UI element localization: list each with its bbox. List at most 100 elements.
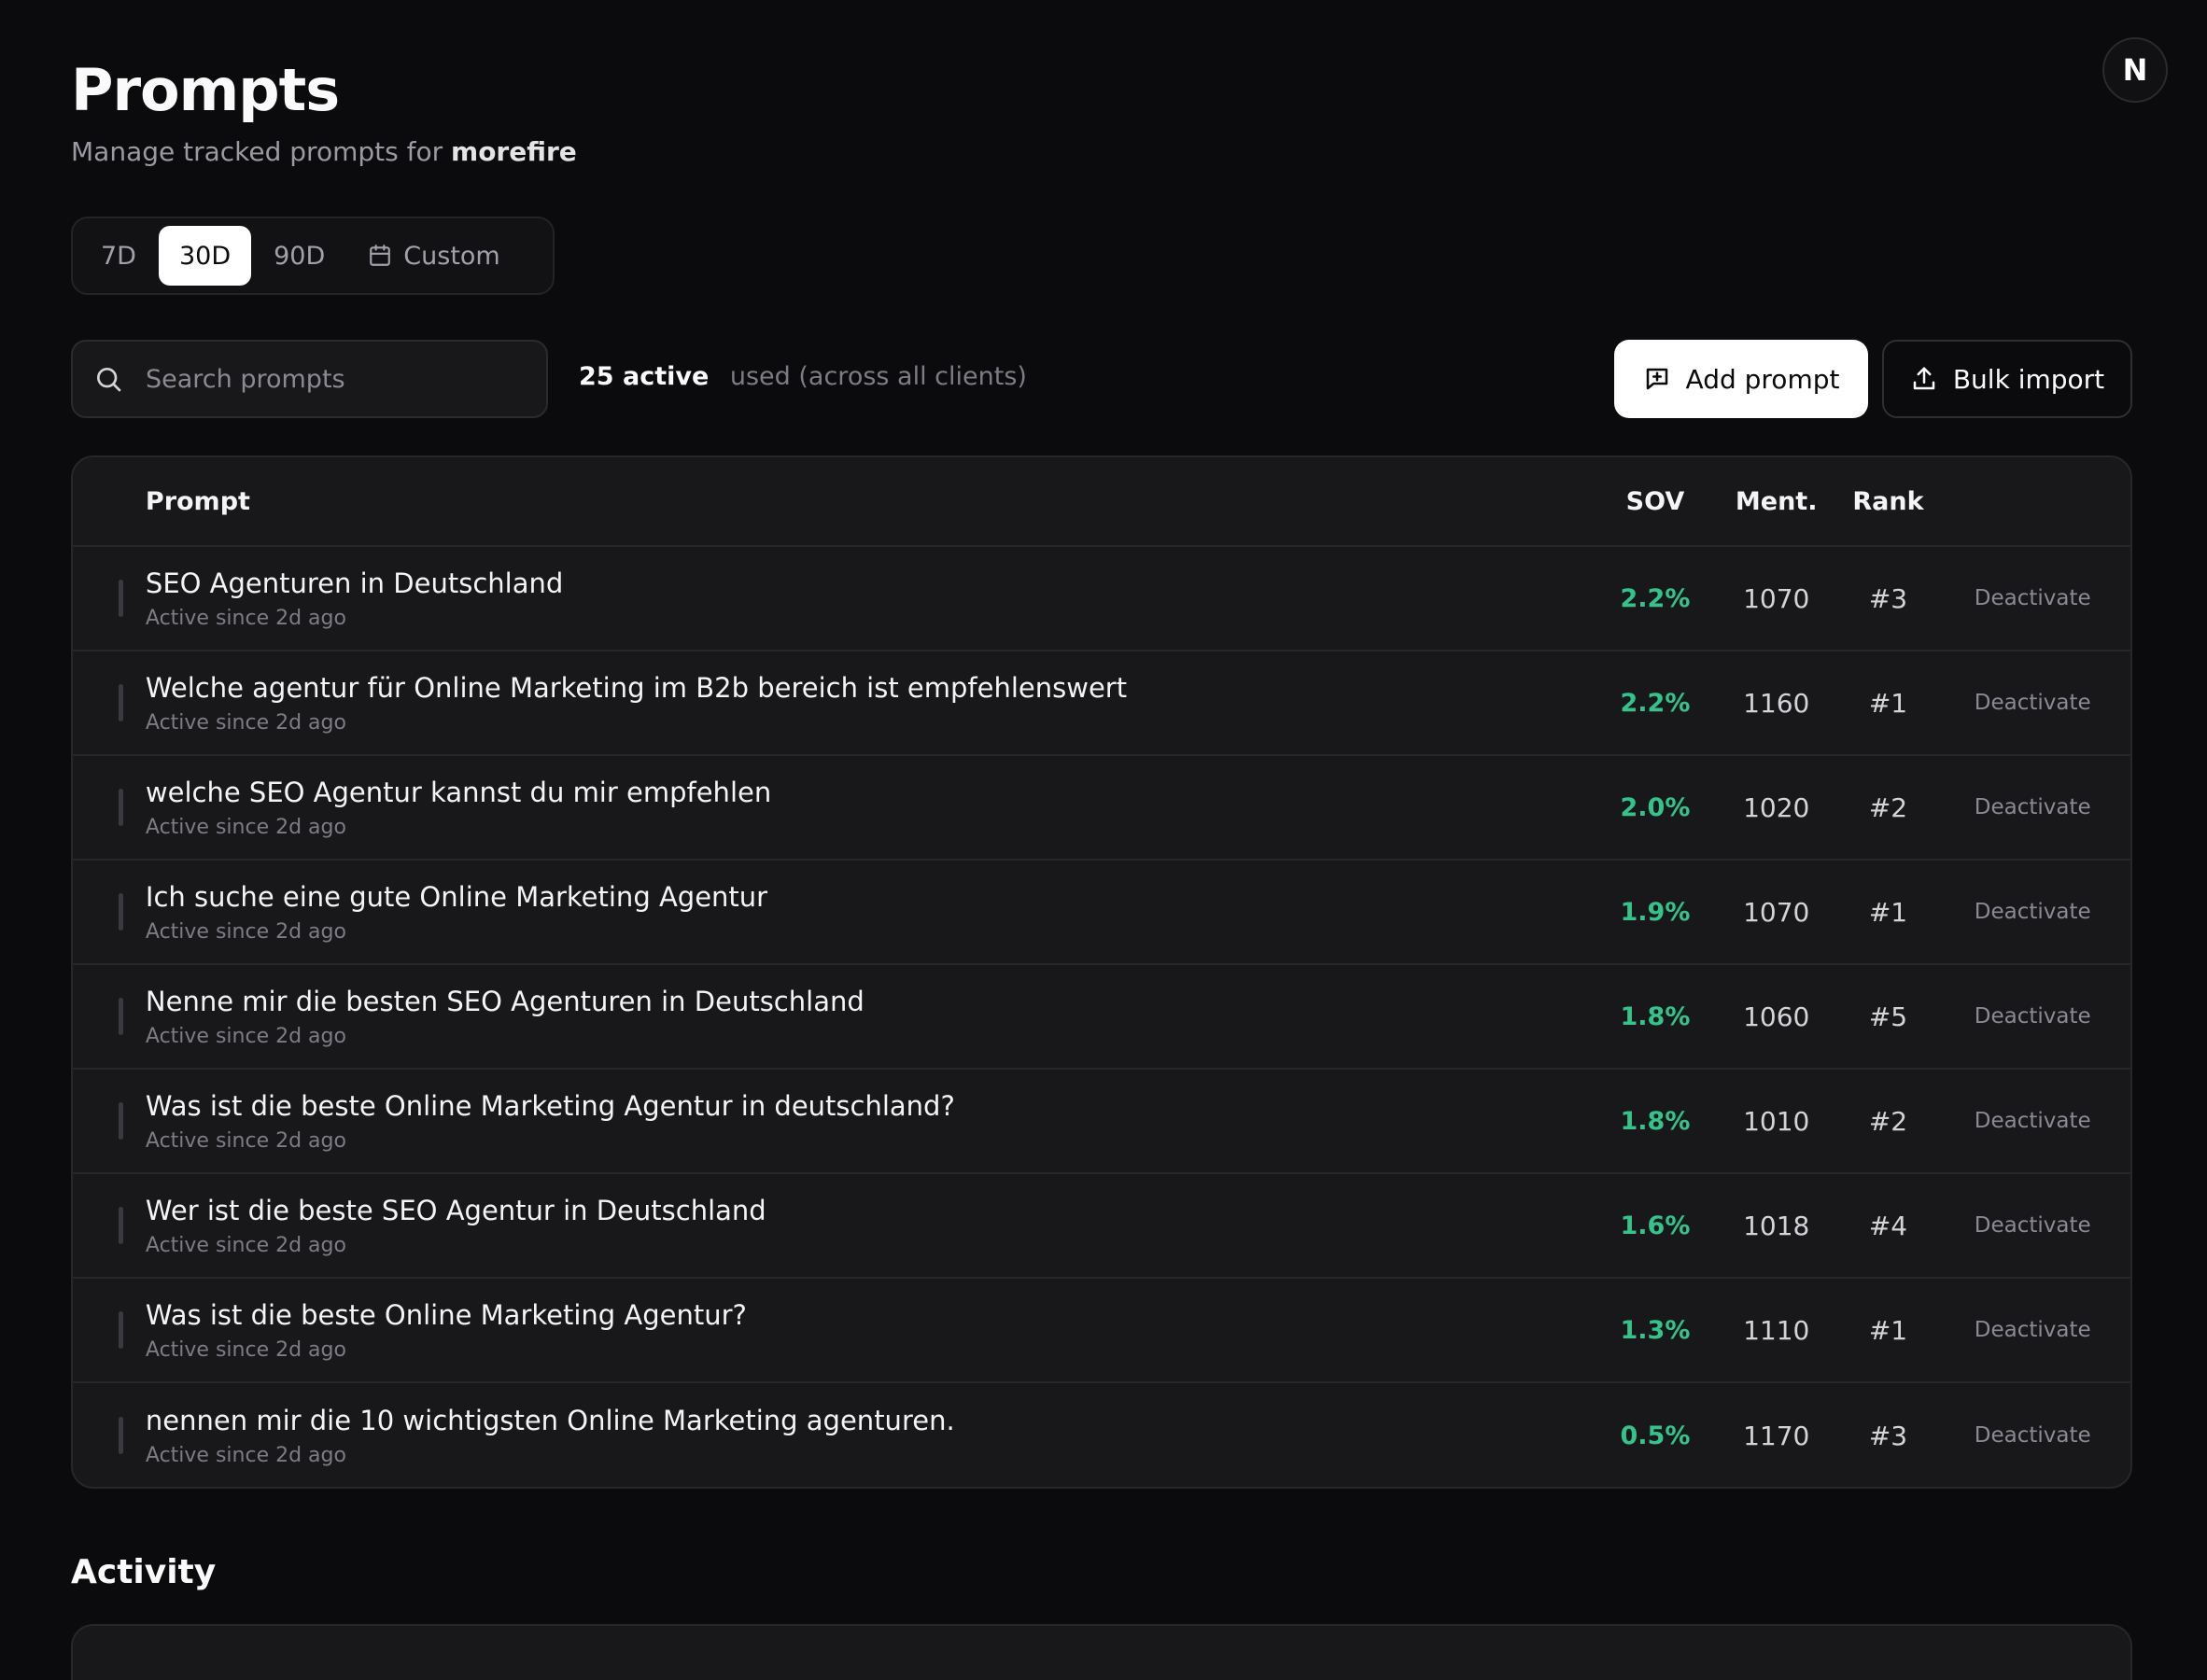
sov-value: 0.5% xyxy=(1620,1421,1691,1450)
rank-value: #1 xyxy=(1868,896,1908,928)
search-box xyxy=(71,340,548,418)
deactivate-button[interactable]: Deactivate xyxy=(1934,1004,2130,1029)
prompt-since: Active since 2d ago xyxy=(145,1024,346,1048)
table-row[interactable]: Nenne mir die besten SEO Agenturen in De… xyxy=(73,965,2130,1070)
table-row[interactable]: welche SEO Agentur kannst du mir empfehl… xyxy=(73,756,2130,861)
mentions-value: 1070 xyxy=(1743,896,1810,928)
prompt-text: nennen mir die 10 wichtigsten Online Mar… xyxy=(145,1404,955,1436)
drag-handle[interactable] xyxy=(73,1311,146,1349)
prompt-cell: welche SEO Agentur kannst du mir empfehl… xyxy=(146,777,1599,839)
sov-value: 1.9% xyxy=(1620,897,1691,927)
col-ment[interactable]: Ment. xyxy=(1711,487,1842,516)
prompt-since: Active since 2d ago xyxy=(145,1233,346,1257)
deactivate-button[interactable]: Deactivate xyxy=(1934,1109,2130,1133)
mentions-value: 1018 xyxy=(1743,1210,1810,1241)
prompt-cell: nennen mir die 10 wichtigsten Online Mar… xyxy=(146,1405,1599,1467)
usage-suffix: used (across all clients) xyxy=(729,362,1027,391)
table-row[interactable]: Welche agentur für Online Marketing im B… xyxy=(73,651,2130,756)
prompt-since: Active since 2d ago xyxy=(145,919,346,944)
upload-icon xyxy=(1913,367,1935,390)
usage-summary: 25 active used (across all clients) xyxy=(579,362,1027,391)
prompt-cell: Ich suche eine gute Online Marketing Age… xyxy=(146,881,1599,944)
sov-value: 2.2% xyxy=(1620,688,1691,718)
sov-value: 1.6% xyxy=(1620,1211,1691,1240)
mentions-value: 1060 xyxy=(1743,1001,1810,1032)
rank-value: #5 xyxy=(1868,1001,1908,1032)
table-row[interactable]: SEO Agenturen in Deutschland Active since… xyxy=(73,547,2130,651)
table-row[interactable]: Ich suche eine gute Online Marketing Age… xyxy=(73,861,2130,965)
mentions-value: 1010 xyxy=(1743,1105,1810,1137)
activity-title: Activity xyxy=(71,1553,217,1591)
prompt-cell: Nenne mir die besten SEO Agenturen in De… xyxy=(146,986,1599,1048)
prompts-table: Prompt SOV Ment. Rank SEO Agenturen in D… xyxy=(71,455,2132,1489)
range-custom-label: Custom xyxy=(403,241,500,271)
rank-value: #4 xyxy=(1868,1210,1908,1241)
page-subtitle: Manage tracked prompts for morefire xyxy=(71,136,577,167)
col-prompt[interactable]: Prompt xyxy=(146,487,1599,516)
prompt-since: Active since 2d ago xyxy=(145,1337,346,1362)
drag-handle[interactable] xyxy=(73,1417,146,1454)
date-range-selector: 7D 30D 90D Custom xyxy=(71,217,555,295)
rank-value: #2 xyxy=(1868,1105,1908,1137)
range-custom[interactable]: Custom xyxy=(347,226,520,286)
user-avatar[interactable]: N xyxy=(2102,37,2168,103)
prompt-since: Active since 2d ago xyxy=(145,710,346,735)
drag-handle[interactable] xyxy=(73,580,146,617)
rank-value: #1 xyxy=(1868,687,1908,719)
prompt-text: Ich suche eine gute Online Marketing Age… xyxy=(145,880,768,913)
prompt-since: Active since 2d ago xyxy=(145,815,346,839)
deactivate-button[interactable]: Deactivate xyxy=(1934,1423,2130,1448)
sov-value: 1.8% xyxy=(1620,1001,1691,1031)
add-prompt-button[interactable]: Add prompt xyxy=(1614,340,1868,418)
drag-handle[interactable] xyxy=(73,1207,146,1244)
drag-handle[interactable] xyxy=(73,684,146,721)
prompt-text: welche SEO Agentur kannst du mir empfehl… xyxy=(145,776,772,808)
rank-value: #2 xyxy=(1868,791,1908,823)
activity-card xyxy=(71,1624,2132,1680)
table-row[interactable]: Was ist die beste Online Marketing Agent… xyxy=(73,1279,2130,1383)
deactivate-button[interactable]: Deactivate xyxy=(1934,1213,2130,1238)
deactivate-button[interactable]: Deactivate xyxy=(1934,900,2130,924)
prompt-text: Welche agentur für Online Marketing im B… xyxy=(145,671,1128,704)
message-plus-icon xyxy=(1646,368,1667,390)
prompt-text: Nenne mir die besten SEO Agenturen in De… xyxy=(145,985,865,1017)
mentions-value: 1020 xyxy=(1743,791,1810,823)
deactivate-button[interactable]: Deactivate xyxy=(1934,1318,2130,1342)
sov-value: 2.0% xyxy=(1620,792,1691,822)
prompt-text: SEO Agenturen in Deutschland xyxy=(145,567,564,599)
mentions-value: 1070 xyxy=(1743,582,1810,614)
rank-value: #3 xyxy=(1868,582,1908,614)
avatar-letter: N xyxy=(2122,52,2148,88)
range-90d[interactable]: 90D xyxy=(253,226,345,286)
deactivate-button[interactable]: Deactivate xyxy=(1934,691,2130,715)
col-sov[interactable]: SOV xyxy=(1599,487,1711,516)
table-row[interactable]: Wer ist die beste SEO Agentur in Deutsch… xyxy=(73,1174,2130,1279)
bulk-import-button[interactable]: Bulk import xyxy=(1882,340,2132,418)
drag-handle[interactable] xyxy=(73,998,146,1035)
table-row[interactable]: nennen mir die 10 wichtigsten Online Mar… xyxy=(73,1383,2130,1487)
sov-value: 1.8% xyxy=(1620,1106,1691,1136)
active-count: 25 active xyxy=(579,362,710,391)
mentions-value: 1160 xyxy=(1743,687,1810,719)
table-row[interactable]: Was ist die beste Online Marketing Agent… xyxy=(73,1070,2130,1174)
calendar-icon xyxy=(370,245,391,266)
table-header: Prompt SOV Ment. Rank xyxy=(73,457,2130,547)
search-input[interactable] xyxy=(146,364,500,394)
prompt-cell: Was ist die beste Online Marketing Agent… xyxy=(146,1090,1599,1153)
drag-handle[interactable] xyxy=(73,789,146,826)
col-rank[interactable]: Rank xyxy=(1842,487,1935,516)
drag-handle[interactable] xyxy=(73,1102,146,1140)
bulk-import-label: Bulk import xyxy=(1952,363,2105,395)
deactivate-button[interactable]: Deactivate xyxy=(1934,795,2130,819)
prompt-cell: Wer ist die beste SEO Agentur in Deutsch… xyxy=(146,1195,1599,1257)
rank-value: #1 xyxy=(1868,1314,1908,1346)
prompt-since: Active since 2d ago xyxy=(145,1128,346,1153)
prompt-text: Was ist die beste Online Marketing Agent… xyxy=(145,1298,747,1331)
range-30d[interactable]: 30D xyxy=(158,226,252,286)
prompts-page: N Prompts Manage tracked prompts for mor… xyxy=(0,0,2207,1680)
prompt-text: Wer ist die beste SEO Agentur in Deutsch… xyxy=(145,1194,766,1226)
range-7d[interactable]: 7D xyxy=(80,226,157,286)
drag-handle[interactable] xyxy=(73,893,146,931)
add-prompt-label: Add prompt xyxy=(1685,363,1840,395)
deactivate-button[interactable]: Deactivate xyxy=(1934,586,2130,610)
